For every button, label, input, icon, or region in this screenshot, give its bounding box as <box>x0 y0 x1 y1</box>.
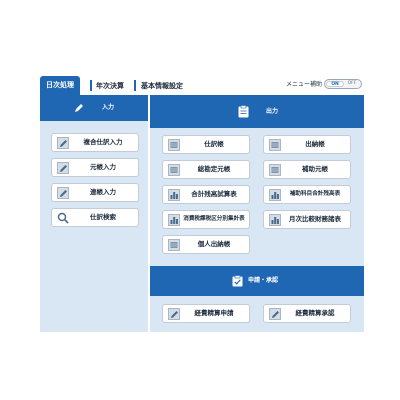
tab-yearly[interactable]: 年次決算 <box>96 78 124 94</box>
journal-book-button[interactable]: 仕訳帳 <box>162 135 250 154</box>
pencil-icon <box>57 137 69 149</box>
toggle-on-label[interactable]: ON <box>326 81 344 87</box>
cash-book-button[interactable]: 出納帳 <box>263 135 351 154</box>
ledger-icon <box>269 164 281 176</box>
clipboard-check-icon <box>232 275 243 287</box>
tab-basic-settings[interactable]: 基本情報設定 <box>141 78 183 94</box>
tab-daily[interactable]: 日次処理 <box>40 76 80 95</box>
trial-balance-button[interactable]: 合計残高試算表 <box>162 185 250 204</box>
approval-panel-header: 申請・承認 <box>150 266 364 296</box>
input-panel: 入力 複合仕訳入力 元帳入力 連帳入力 仕訳検索 <box>40 95 148 332</box>
subsidiary-trial-balance-button[interactable]: 補助科目合計残高表 <box>263 185 351 204</box>
bar-chart-icon <box>269 214 281 226</box>
ledger-icon <box>168 239 180 251</box>
pencil-icon <box>269 308 281 320</box>
input-panel-header: 入力 <box>40 95 148 121</box>
ledger-icon <box>269 139 281 151</box>
clipboard-icon <box>238 105 249 118</box>
ledger-icon <box>168 139 180 151</box>
app-window: 日次処理 年次決算 基本情報設定 メニュー補助 ON OFF 入力 複合仕訳入力… <box>38 74 364 332</box>
consumption-tax-summary-button[interactable]: 消費税課税区分別集計表 <box>162 210 250 229</box>
pencil-icon <box>57 162 69 174</box>
menu-assist-toggle[interactable]: ON OFF <box>324 79 362 89</box>
tab-separator <box>134 80 136 91</box>
bar-chart-icon <box>168 189 180 201</box>
tab-separator <box>90 80 92 91</box>
pencil-icon <box>57 187 69 199</box>
magnifier-icon <box>57 212 69 224</box>
consecutive-entry-button[interactable]: 連帳入力 <box>51 183 139 202</box>
general-ledger-button[interactable]: 総勘定元帳 <box>162 160 250 179</box>
tab-bar: 日次処理 年次決算 基本情報設定 メニュー補助 ON OFF <box>38 74 364 95</box>
menu-assist-label: メニュー補助 <box>285 81 322 88</box>
pencil-icon <box>75 104 83 112</box>
output-panel-header: 出力 <box>150 95 364 128</box>
bar-chart-icon <box>168 214 180 226</box>
bar-chart-icon <box>269 189 281 201</box>
monthly-comparison-statements-button[interactable]: 月次比較財務諸表 <box>263 210 351 229</box>
pencil-icon <box>168 308 180 320</box>
output-panel: 出力 仕訳帳 出納帳 総勘定元帳 補助元帳 合計残高試算表 補助科目合計残高表 <box>150 95 364 332</box>
approval-panel-title: 申請・承認 <box>248 277 279 284</box>
input-panel-title: 入力 <box>102 104 115 111</box>
expense-claim-approval-button[interactable]: 経費精算承認 <box>263 304 351 323</box>
journal-search-button[interactable]: 仕訳検索 <box>51 208 139 227</box>
subsidiary-ledger-button[interactable]: 補助元帳 <box>263 160 351 179</box>
expense-claim-request-button[interactable]: 経費精算申請 <box>162 304 250 323</box>
ledger-icon <box>168 164 180 176</box>
ledger-entry-button[interactable]: 元帳入力 <box>51 158 139 177</box>
compound-journal-entry-button[interactable]: 複合仕訳入力 <box>51 133 139 152</box>
output-panel-title: 出力 <box>266 108 279 115</box>
personal-cash-book-button[interactable]: 個人出納帳 <box>162 235 250 254</box>
toggle-off-label[interactable]: OFF <box>345 81 359 87</box>
